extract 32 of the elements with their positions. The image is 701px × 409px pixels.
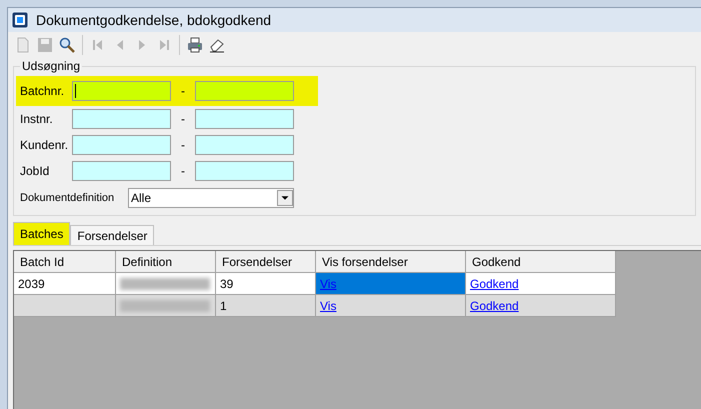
range-separator: -	[180, 83, 186, 100]
field-label: JobId	[19, 163, 50, 180]
field-label: Instnr.	[19, 111, 54, 128]
printer-icon[interactable]	[187, 37, 203, 53]
app-icon	[12, 12, 28, 28]
group-title: Udsøgning	[20, 59, 82, 73]
range-to-field[interactable]	[195, 109, 294, 129]
range-from-field[interactable]	[72, 81, 171, 101]
range-separator: -	[180, 163, 186, 180]
eraser-icon[interactable]	[209, 37, 225, 53]
range-to-field[interactable]	[195, 81, 294, 101]
definition-dropdown[interactable]: Alle	[128, 188, 294, 208]
range-from-field[interactable]	[72, 135, 171, 155]
search-icon[interactable]	[59, 37, 75, 53]
tab[interactable]: Batches	[13, 222, 70, 245]
range-separator: -	[180, 111, 186, 128]
table-cell: 1	[216, 295, 316, 317]
window-title: Dokumentgodkendelse, bdokgodkend	[36, 10, 272, 30]
range-to-field[interactable]	[195, 135, 294, 155]
range-from-field[interactable]	[72, 109, 171, 129]
range-from-field[interactable]	[72, 161, 171, 181]
show-link[interactable]: Vis	[320, 296, 336, 314]
range-separator: -	[180, 137, 186, 154]
approve-link[interactable]: Godkend	[470, 296, 519, 314]
range-to-field[interactable]	[195, 161, 294, 181]
field-label: Dokumentdefinition	[19, 190, 116, 206]
field-label: Batchnr.	[19, 83, 66, 100]
approve-link[interactable]: Godkend	[470, 274, 519, 292]
table-cell: 39	[216, 273, 316, 295]
table-cell: 2039	[14, 273, 116, 295]
field-label: Kundenr.	[19, 137, 70, 154]
tab[interactable]: Forsendelser	[70, 225, 154, 245]
